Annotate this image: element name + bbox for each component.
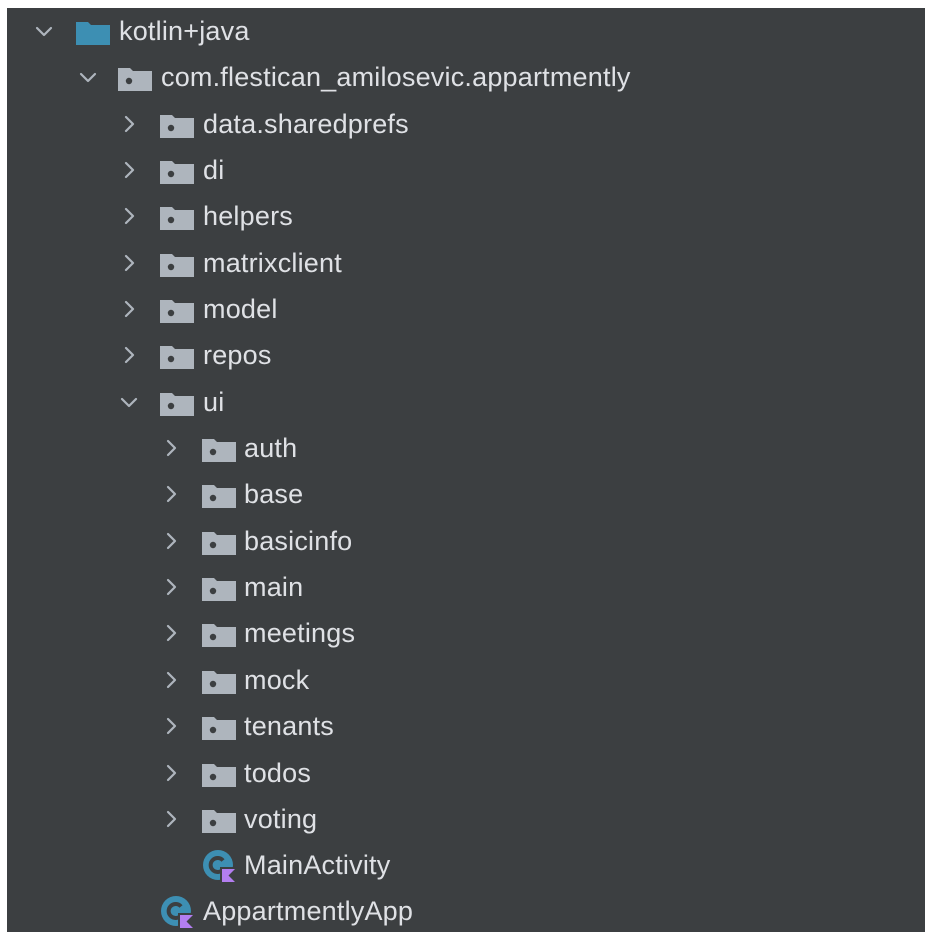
tree-label: kotlin+java (119, 16, 250, 46)
tree-row-meetings[interactable]: meetings (7, 610, 925, 656)
chevron-down-icon[interactable] (77, 66, 99, 88)
chevron-right-icon[interactable] (160, 762, 182, 784)
package-folder-icon (201, 620, 237, 648)
chevron-right-icon[interactable] (160, 530, 182, 552)
tree-row-voting[interactable]: voting (7, 796, 925, 842)
tree-label: data.sharedprefs (203, 109, 409, 139)
tree-label: auth (244, 433, 298, 463)
chevron-right-icon[interactable] (160, 437, 182, 459)
chevron-right-icon[interactable] (118, 298, 140, 320)
tree-row-mainactivity[interactable]: MainActivity (7, 842, 925, 888)
package-folder-icon (117, 64, 153, 92)
package-folder-icon (159, 250, 195, 278)
tree-label: model (203, 294, 278, 324)
chevron-right-icon[interactable] (160, 483, 182, 505)
chevron-down-icon[interactable] (118, 391, 140, 413)
tree-row-base[interactable]: base (7, 471, 925, 517)
tree-row-matrixclient[interactable]: matrixclient (7, 240, 925, 286)
tree-row-auth[interactable]: auth (7, 425, 925, 471)
chevron-right-icon[interactable] (160, 715, 182, 737)
tree-label: AppartmentlyApp (203, 896, 414, 926)
tree-label: basicinfo (244, 526, 353, 556)
tree-label: matrixclient (203, 248, 342, 278)
tree-label: tenants (244, 711, 334, 741)
chevron-down-icon[interactable] (33, 20, 55, 42)
chevron-right-icon[interactable] (160, 622, 182, 644)
tree-row-appartmentlyapp[interactable]: AppartmentlyApp (7, 888, 925, 934)
package-folder-icon (159, 342, 195, 370)
package-folder-icon (201, 481, 237, 509)
package-folder-icon (159, 389, 195, 417)
tree-label: MainActivity (244, 850, 391, 880)
package-folder-icon (201, 435, 237, 463)
package-folder-icon (201, 806, 237, 834)
tree-label: mock (244, 665, 310, 695)
tree-row-mock[interactable]: mock (7, 657, 925, 703)
tree-label: repos (203, 340, 272, 370)
chevron-right-icon[interactable] (118, 205, 140, 227)
package-folder-icon (201, 574, 237, 602)
chevron-right-icon[interactable] (118, 113, 140, 135)
tree-row-helpers[interactable]: helpers (7, 193, 925, 239)
package-folder-icon (159, 157, 195, 185)
chevron-right-icon[interactable] (118, 159, 140, 181)
source-root-folder-icon (75, 18, 111, 46)
tree-row-todos[interactable]: todos (7, 750, 925, 796)
tree-row-kotlin-java[interactable]: kotlin+java (7, 8, 925, 54)
tree-label: meetings (244, 618, 356, 648)
package-folder-icon (201, 713, 237, 741)
package-folder-icon (159, 111, 195, 139)
package-folder-icon (159, 203, 195, 231)
chevron-right-icon[interactable] (160, 808, 182, 830)
tree-label: helpers (203, 201, 293, 231)
chevron-right-icon[interactable] (118, 344, 140, 366)
tree-row-di[interactable]: di (7, 147, 925, 193)
tree-row-repos[interactable]: repos (7, 332, 925, 378)
tree-row-package[interactable]: com.flestican_amilosevic.appartmently (7, 54, 925, 100)
kotlin-class-icon (201, 848, 237, 884)
tree-label: ui (203, 387, 225, 417)
package-folder-icon (201, 760, 237, 788)
kotlin-class-icon (159, 894, 195, 930)
tree-row-ui[interactable]: ui (7, 379, 925, 425)
tree-label: voting (244, 804, 318, 834)
project-tree-panel: kotlin+java com.flestican_amilosevic.app… (7, 8, 925, 932)
tree-label: base (244, 479, 304, 509)
package-folder-icon (201, 528, 237, 556)
tree-label: di (203, 155, 225, 185)
chevron-right-icon[interactable] (118, 252, 140, 274)
tree-label: main (244, 572, 304, 602)
tree-row-main[interactable]: main (7, 564, 925, 610)
tree-label: todos (244, 758, 312, 788)
tree-row-tenants[interactable]: tenants (7, 703, 925, 749)
chevron-right-icon[interactable] (160, 576, 182, 598)
tree-label: com.flestican_amilosevic.appartmently (161, 62, 631, 92)
tree-row-data-sharedprefs[interactable]: data.sharedprefs (7, 101, 925, 147)
chevron-right-icon[interactable] (160, 669, 182, 691)
package-folder-icon (159, 296, 195, 324)
tree-row-model[interactable]: model (7, 286, 925, 332)
tree-row-basicinfo[interactable]: basicinfo (7, 518, 925, 564)
package-folder-icon (201, 667, 237, 695)
